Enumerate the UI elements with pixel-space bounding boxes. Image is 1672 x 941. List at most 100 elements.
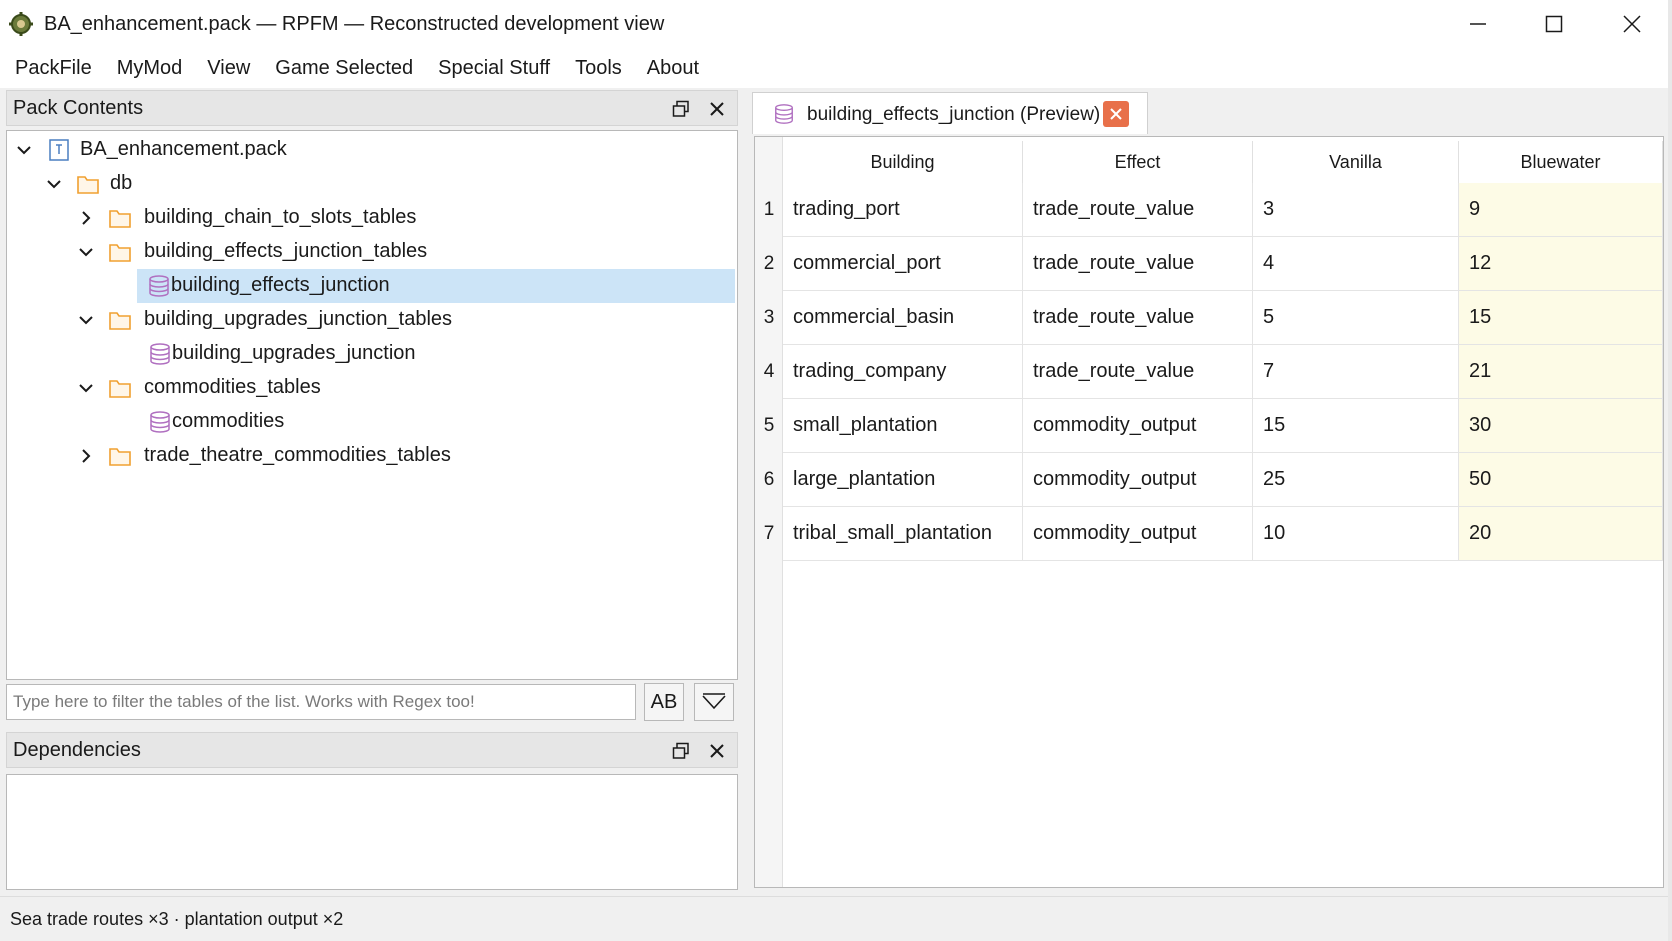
tree-item-building-effects-junction[interactable]: building_effects_junction bbox=[137, 269, 735, 303]
cell-vanilla[interactable]: 7 bbox=[1253, 345, 1459, 399]
cell-effect[interactable]: trade_route_value bbox=[1023, 183, 1253, 237]
window-title: BA_enhancement.pack — RPFM — Reconstruct… bbox=[44, 13, 665, 35]
cell-building[interactable]: large_plantation bbox=[783, 453, 1023, 507]
case-sensitive-button[interactable]: AB bbox=[644, 683, 684, 721]
chevron-down-icon[interactable] bbox=[16, 142, 32, 158]
pack-contents-float-button[interactable] bbox=[669, 97, 693, 121]
menu-view[interactable]: View bbox=[198, 51, 259, 86]
tree-item-commodities-tables[interactable]: commodities_tables bbox=[8, 371, 736, 405]
tree-item-db[interactable]: db bbox=[8, 167, 736, 201]
cell-building[interactable]: tribal_small_plantation bbox=[783, 507, 1023, 561]
tree-item-pack[interactable]: BA_enhancement.pack bbox=[8, 133, 736, 167]
pack-tree[interactable]: BA_enhancement.pack db building_chain_to… bbox=[6, 130, 738, 680]
cell-bluewater[interactable]: 30 bbox=[1459, 399, 1663, 453]
row-number[interactable]: 1 bbox=[755, 183, 783, 237]
cell-bluewater[interactable]: 50 bbox=[1459, 453, 1663, 507]
chevron-down-icon[interactable] bbox=[46, 176, 62, 192]
folder-icon bbox=[109, 244, 131, 262]
pack-contents-close-button[interactable] bbox=[705, 97, 729, 121]
maximize-button[interactable] bbox=[1516, 0, 1592, 48]
cell-building[interactable]: trading_company bbox=[783, 345, 1023, 399]
tab-building-effects-junction[interactable]: building_effects_junction (Preview) bbox=[752, 92, 1148, 134]
tree-item-building-chain-to-slots-tables[interactable]: building_chain_to_slots_tables bbox=[8, 201, 736, 235]
tree-item-commodities[interactable]: commodities bbox=[8, 405, 736, 439]
cell-bluewater[interactable]: 9 bbox=[1459, 183, 1663, 237]
menu-about[interactable]: About bbox=[638, 51, 708, 86]
row-number[interactable]: 4 bbox=[755, 345, 783, 399]
column-header-vanilla[interactable]: Vanilla bbox=[1253, 141, 1459, 183]
tree-item-label: BA_enhancement.pack bbox=[80, 138, 287, 160]
close-icon bbox=[710, 102, 724, 116]
dependencies-close-button[interactable] bbox=[705, 739, 729, 763]
cell-effect[interactable]: trade_route_value bbox=[1023, 237, 1253, 291]
cell-vanilla[interactable]: 25 bbox=[1253, 453, 1459, 507]
dependencies-float-button[interactable] bbox=[669, 739, 693, 763]
minimize-icon bbox=[1470, 23, 1486, 25]
dependencies-panel[interactable] bbox=[6, 774, 738, 890]
chevron-down-icon[interactable] bbox=[78, 312, 94, 328]
chevron-down-icon bbox=[702, 693, 726, 710]
cell-effect[interactable]: commodity_output bbox=[1023, 453, 1253, 507]
column-header-effect[interactable]: Effect bbox=[1023, 141, 1253, 183]
column-header-building[interactable]: Building bbox=[783, 141, 1023, 183]
tree-item-label: db bbox=[110, 172, 133, 194]
row-number[interactable]: 3 bbox=[755, 291, 783, 345]
pack-contents-title: Pack Contents bbox=[13, 96, 144, 119]
tree-item-trade-theatre-commodities-tables[interactable]: trade_theatre_commodities_tables bbox=[8, 439, 736, 473]
menu-mymod[interactable]: MyMod bbox=[108, 51, 192, 86]
cell-bluewater[interactable]: 21 bbox=[1459, 345, 1663, 399]
row-number[interactable]: 7 bbox=[755, 507, 783, 561]
tree-item-label: building_effects_junction bbox=[171, 274, 390, 296]
cell-effect[interactable]: trade_route_value bbox=[1023, 291, 1253, 345]
menu-packfile[interactable]: PackFile bbox=[6, 51, 101, 86]
tab-close-button[interactable] bbox=[1103, 101, 1129, 127]
cell-building[interactable]: commercial_port bbox=[783, 237, 1023, 291]
tree-item-building-upgrades-junction-tables[interactable]: building_upgrades_junction_tables bbox=[8, 303, 736, 337]
column-header-bluewater[interactable]: Bluewater bbox=[1459, 141, 1663, 183]
cell-effect[interactable]: commodity_output bbox=[1023, 507, 1253, 561]
filter-options-button[interactable] bbox=[694, 683, 734, 721]
dependencies-header: Dependencies bbox=[6, 732, 738, 768]
folder-icon bbox=[109, 210, 131, 228]
chevron-down-icon[interactable] bbox=[78, 244, 94, 260]
tree-item-label: building_upgrades_junction_tables bbox=[144, 308, 453, 330]
close-icon bbox=[710, 744, 724, 758]
minimize-button[interactable] bbox=[1440, 0, 1516, 48]
row-number[interactable]: 6 bbox=[755, 453, 783, 507]
tree-item-building-upgrades-junction[interactable]: building_upgrades_junction bbox=[8, 337, 736, 371]
window-border bbox=[1668, 0, 1672, 941]
cell-building[interactable]: trading_port bbox=[783, 183, 1023, 237]
cell-bluewater[interactable]: 12 bbox=[1459, 237, 1663, 291]
cell-vanilla[interactable]: 10 bbox=[1253, 507, 1459, 561]
chevron-down-icon[interactable] bbox=[78, 380, 94, 396]
cell-vanilla[interactable]: 15 bbox=[1253, 399, 1459, 453]
cell-vanilla[interactable]: 3 bbox=[1253, 183, 1459, 237]
row-number[interactable]: 5 bbox=[755, 399, 783, 453]
close-window-button[interactable] bbox=[1594, 0, 1670, 48]
menu-special-stuff[interactable]: Special Stuff bbox=[429, 51, 559, 86]
cell-effect[interactable]: trade_route_value bbox=[1023, 345, 1253, 399]
tree-item-building-effects-junction-tables[interactable]: building_effects_junction_tables bbox=[8, 235, 736, 269]
close-icon bbox=[1110, 108, 1122, 120]
db-table-icon bbox=[150, 343, 170, 365]
pack-contents-header: Pack Contents bbox=[6, 90, 738, 126]
row-number[interactable]: 2 bbox=[755, 237, 783, 291]
folder-icon bbox=[109, 448, 131, 466]
db-table-icon bbox=[150, 411, 170, 433]
cell-effect[interactable]: commodity_output bbox=[1023, 399, 1253, 453]
pack-icon bbox=[49, 139, 69, 161]
menu-tools[interactable]: Tools bbox=[566, 51, 631, 86]
filter-input[interactable] bbox=[6, 684, 636, 720]
table-view[interactable]: Building Effect Vanilla Bluewater 1 trad… bbox=[754, 136, 1664, 888]
cell-bluewater[interactable]: 15 bbox=[1459, 291, 1663, 345]
chevron-right-icon[interactable] bbox=[78, 448, 94, 464]
cell-bluewater[interactable]: 20 bbox=[1459, 507, 1663, 561]
cell-building[interactable]: commercial_basin bbox=[783, 291, 1023, 345]
menu-game-selected[interactable]: Game Selected bbox=[266, 51, 422, 86]
close-icon bbox=[1623, 15, 1641, 33]
title-bar: BA_enhancement.pack — RPFM — Reconstruct… bbox=[0, 0, 1672, 48]
chevron-right-icon[interactable] bbox=[78, 210, 94, 226]
cell-vanilla[interactable]: 4 bbox=[1253, 237, 1459, 291]
cell-vanilla[interactable]: 5 bbox=[1253, 291, 1459, 345]
cell-building[interactable]: small_plantation bbox=[783, 399, 1023, 453]
